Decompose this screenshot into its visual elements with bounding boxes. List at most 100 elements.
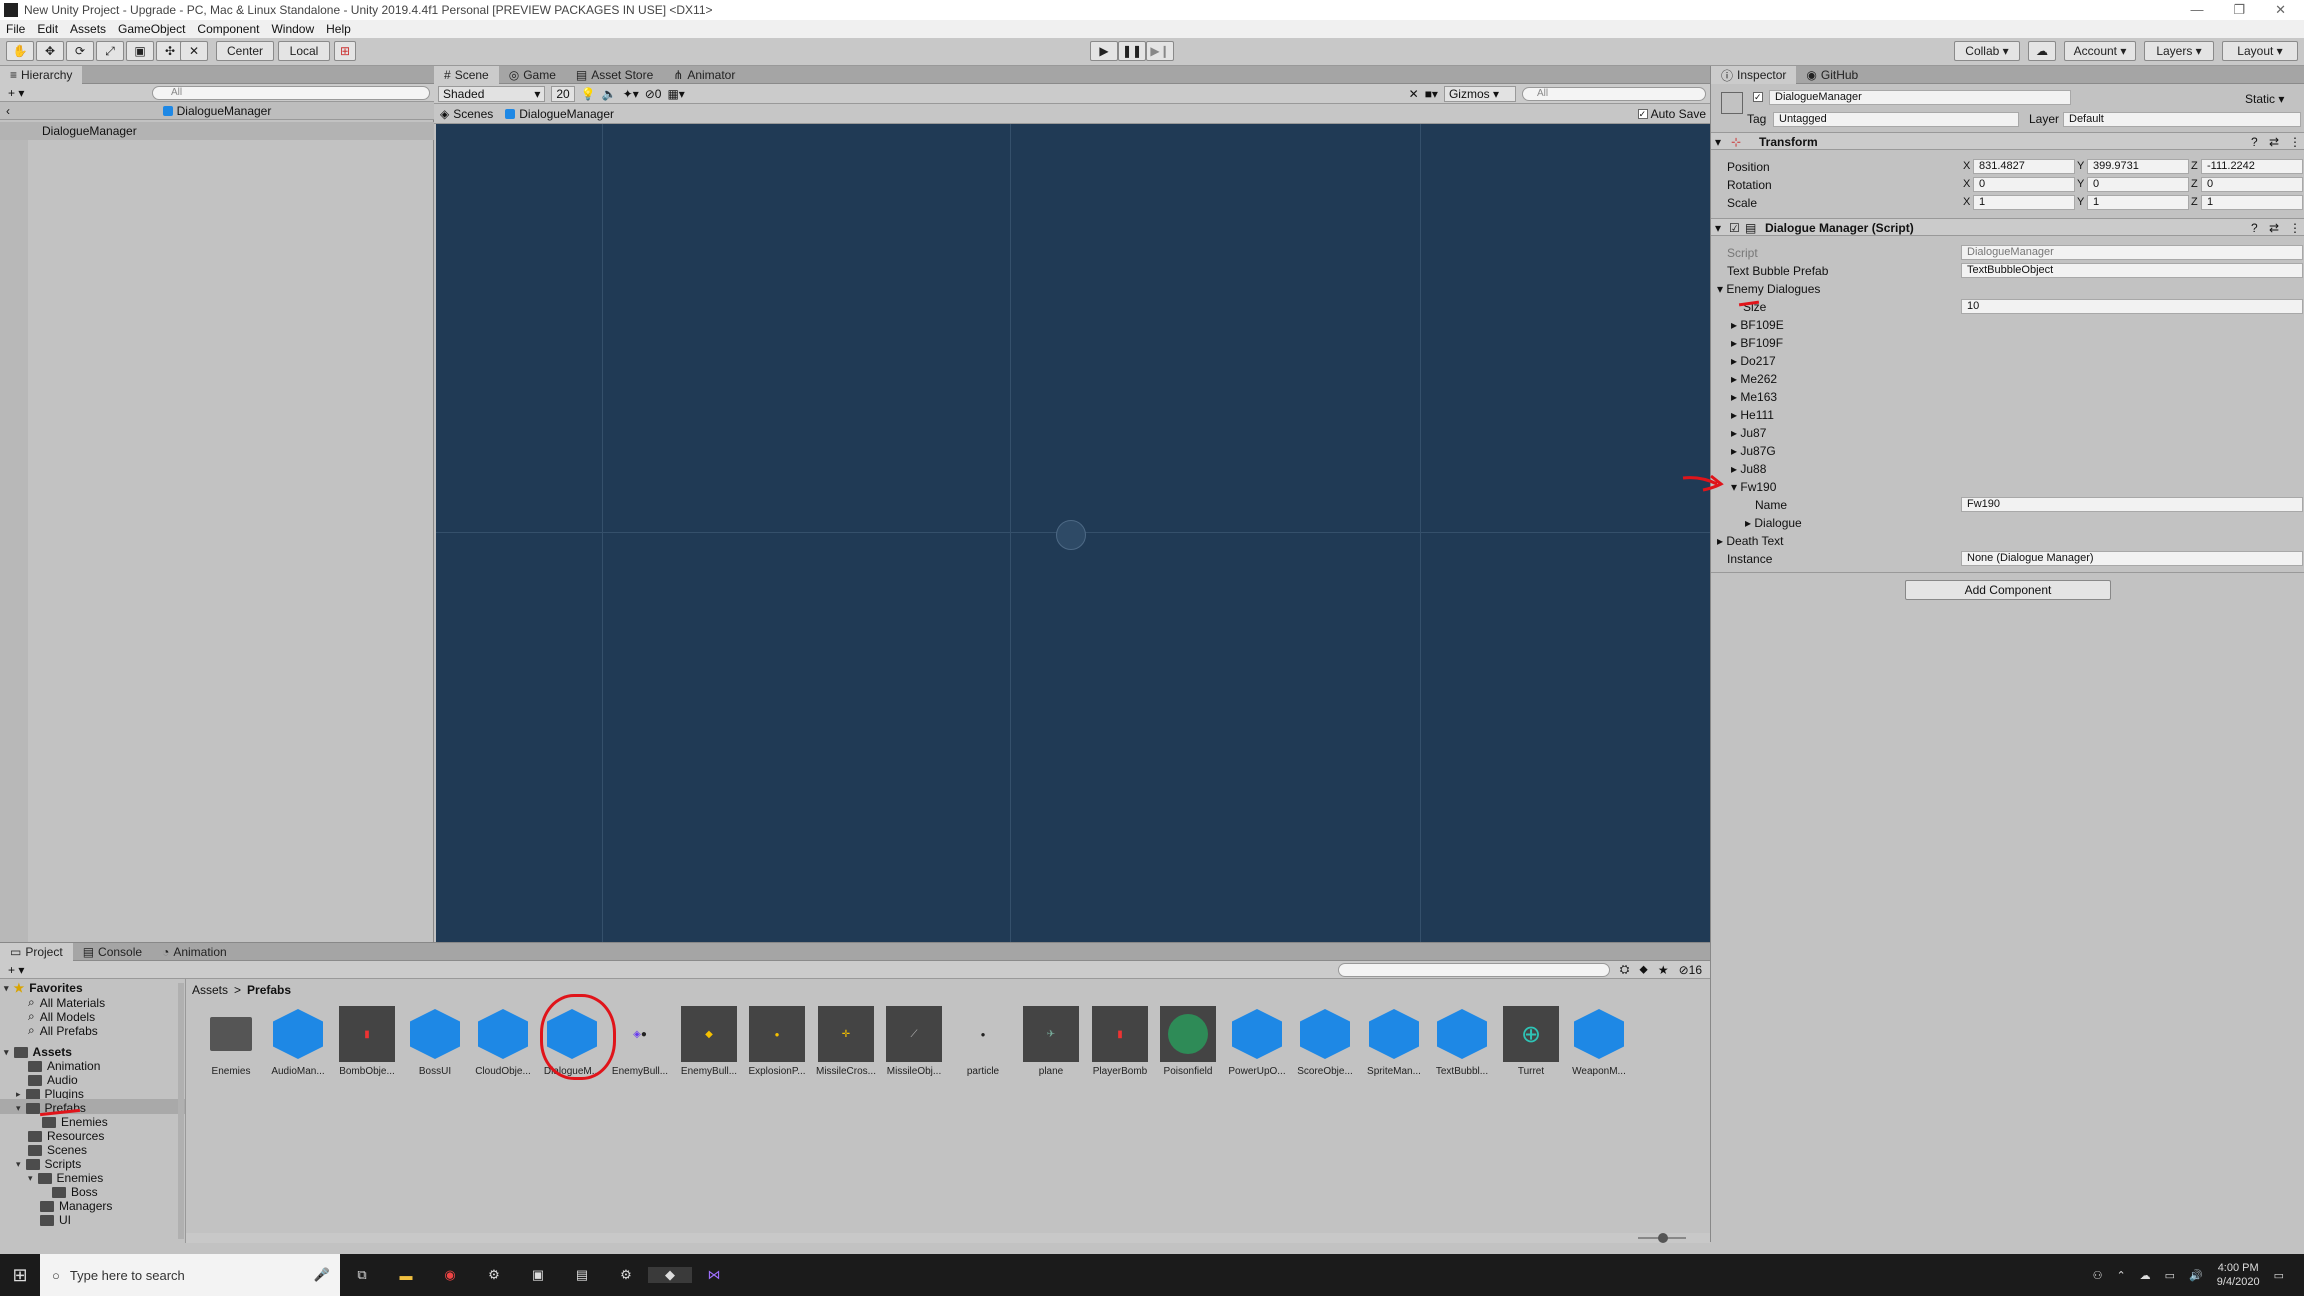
effects-icon[interactable]: ✦▾ (623, 87, 639, 101)
cloud-tray-icon[interactable]: ☁ (2140, 1269, 2151, 1282)
clock[interactable]: 4:00 PM 9/4/2020 (2217, 1261, 2260, 1289)
notifications-icon[interactable]: ▭ (2274, 1269, 2284, 1282)
folder-item[interactable]: Scenes (28, 1143, 87, 1157)
death-text-foldout[interactable]: ▸ Death Text (1717, 534, 1784, 548)
scale-x-field[interactable]: 1 (1973, 195, 2075, 210)
tray-chevron-icon[interactable]: ⌃ (2116, 1269, 2125, 1282)
asset-item[interactable]: Poisonfield (1153, 1006, 1223, 1077)
taskbar-search[interactable]: ○ Type here to search 🎤 (40, 1254, 340, 1296)
menu-assets[interactable]: Assets (64, 22, 112, 36)
text-bubble-prefab-field[interactable]: TextBubbleObject (1961, 263, 2303, 278)
add-component-button[interactable]: Add Component (1905, 580, 2111, 600)
settings-icon[interactable]: ⇄ (2269, 135, 2279, 149)
scale-z-field[interactable]: 1 (2201, 195, 2303, 210)
instance-field[interactable]: None (Dialogue Manager) (1961, 551, 2303, 566)
folder-item[interactable]: UI (40, 1213, 71, 1227)
foldout-arrow-icon[interactable]: ▾ (1715, 135, 1721, 149)
foldout-arrow-icon[interactable]: ▾ (1715, 221, 1721, 235)
tab-github[interactable]: ◉ GitHub (1796, 66, 1868, 84)
hierarchy-search-input[interactable]: All (152, 86, 430, 100)
more-icon[interactable]: ⋮ (2289, 135, 2301, 149)
script-component-header[interactable]: ▾ ☑ ▤ Dialogue Manager (Script) ? ⇄ ⋮ (1711, 218, 2304, 236)
favorite-item[interactable]: ⌕ All Models (28, 1009, 95, 1024)
asset-item[interactable]: SpriteMan... (1359, 1006, 1429, 1077)
rect-tool-icon[interactable]: ▣ (126, 41, 154, 61)
visual-studio-icon[interactable]: ⋈ (692, 1267, 736, 1283)
asset-item[interactable]: ● ExplosionP... (742, 1006, 812, 1077)
size-field[interactable]: 10 (1961, 299, 2303, 314)
asset-item[interactable]: AudioMan... (263, 1006, 333, 1077)
tab-inspector[interactable]: ⓘ Inspector (1711, 66, 1797, 84)
autosave-toggle[interactable]: ✓ Auto Save (1637, 107, 1706, 121)
task-view-icon[interactable]: ⧉ (340, 1267, 384, 1283)
enemy-item[interactable]: ▸ BF109E (1731, 318, 1784, 332)
steam-icon[interactable]: ⚙ (472, 1267, 516, 1283)
asset-item[interactable]: ⟋ MissileObj... (879, 1006, 949, 1077)
assets-header[interactable]: ▾ Assets (4, 1045, 72, 1059)
asset-item[interactable]: CloudObje... (468, 1006, 538, 1077)
tree-scrollbar[interactable] (178, 983, 184, 1239)
menu-help[interactable]: Help (320, 22, 357, 36)
pivot-center-button[interactable]: Center (216, 41, 274, 61)
favorite-star-icon[interactable]: ★ (1658, 963, 1669, 977)
help-icon[interactable]: ? (2251, 221, 2258, 235)
asset-item[interactable]: ▮ PlayerBomb (1085, 1006, 1155, 1077)
enemy-item[interactable]: ▸ Me262 (1731, 372, 1777, 386)
create-plus-icon[interactable]: + ▾ (0, 963, 24, 977)
collab-button[interactable]: Collab ▾ (1954, 41, 2020, 61)
filter-label-icon[interactable]: ⬥ (1639, 962, 1647, 977)
tab-asset-store[interactable]: ▤ Asset Store (566, 66, 663, 84)
position-x-field[interactable]: 831.4827 (1973, 159, 2075, 174)
menu-component[interactable]: Component (191, 22, 265, 36)
menu-edit[interactable]: Edit (31, 22, 64, 36)
step-button[interactable]: ▶❙ (1146, 41, 1174, 61)
close-button[interactable]: ✕ (2275, 2, 2286, 18)
asset-item[interactable]: ✈ plane (1016, 1006, 1086, 1077)
menu-gameobject[interactable]: GameObject (112, 22, 191, 36)
enemy-item[interactable]: ▸ BF109F (1731, 336, 1783, 350)
play-button[interactable]: ▶ (1090, 41, 1118, 61)
folder-item[interactable]: Resources (28, 1129, 104, 1143)
object-name-field[interactable]: DialogueManager (1769, 90, 2071, 105)
enemy-item[interactable]: ▸ Ju87 (1731, 426, 1766, 440)
breadcrumb-assets[interactable]: Assets (192, 983, 228, 997)
account-button[interactable]: Account ▾ (2064, 41, 2136, 61)
tab-game[interactable]: ◎ Game (499, 66, 566, 84)
pivot-local-button[interactable]: Local (278, 41, 330, 61)
folder-item[interactable]: Managers (40, 1199, 112, 1213)
enemy-item-expanded[interactable]: ▾ Fw190 (1731, 480, 1776, 494)
active-checkbox[interactable]: ✓ (1753, 92, 1763, 102)
scene-view[interactable] (436, 124, 1710, 942)
project-search-input[interactable] (1337, 962, 1610, 977)
file-explorer-icon[interactable]: ▬ (384, 1268, 428, 1283)
custom-tool-icon[interactable]: ✕ (180, 41, 208, 61)
dialogue-foldout[interactable]: ▸ Dialogue (1745, 516, 1802, 530)
tab-project[interactable]: ▭ Project (0, 943, 73, 961)
zoom-slider-handle[interactable] (1658, 1233, 1668, 1243)
position-y-field[interactable]: 399.9731 (2087, 159, 2189, 174)
app-icon[interactable]: ⚙ (604, 1267, 648, 1283)
tag-dropdown[interactable]: Untagged (1773, 112, 2019, 127)
volume-icon[interactable]: 🔊 (2189, 1269, 2203, 1282)
help-icon[interactable]: ? (2251, 135, 2258, 149)
enemy-item[interactable]: ▸ Do217 (1731, 354, 1776, 368)
rotation-y-field[interactable]: 0 (2087, 177, 2189, 192)
camera-icon[interactable]: ■▾ (1425, 87, 1438, 101)
scene-search-input[interactable]: All (1522, 86, 1706, 101)
asset-item[interactable]: ● particle (948, 1006, 1018, 1078)
rotation-z-field[interactable]: 0 (2201, 177, 2303, 192)
breadcrumb-prefabs[interactable]: Prefabs (247, 983, 291, 997)
shading-mode-dropdown[interactable]: Shaded ▾ (438, 85, 546, 102)
back-chevron-icon[interactable]: ‹ (6, 104, 10, 118)
people-icon[interactable]: ⚇ (2093, 1269, 2103, 1282)
pause-button[interactable]: ❚❚ (1118, 41, 1146, 61)
asset-item[interactable]: TextBubbl... (1427, 1006, 1497, 1077)
unity-taskbar-icon[interactable]: ◆ (648, 1267, 692, 1283)
enemy-dialogues-foldout[interactable]: ▾ Enemy Dialogues (1717, 282, 1820, 296)
tab-animation[interactable]: ◔ Animation (152, 943, 237, 961)
menu-file[interactable]: File (0, 22, 31, 36)
favorite-item[interactable]: ⌕ All Materials (28, 995, 105, 1010)
asset-item[interactable]: ⊕ Turret (1496, 1006, 1566, 1077)
rotate-tool-icon[interactable]: ⟳ (66, 41, 94, 61)
enemy-item[interactable]: ▸ Ju87G (1731, 444, 1776, 458)
